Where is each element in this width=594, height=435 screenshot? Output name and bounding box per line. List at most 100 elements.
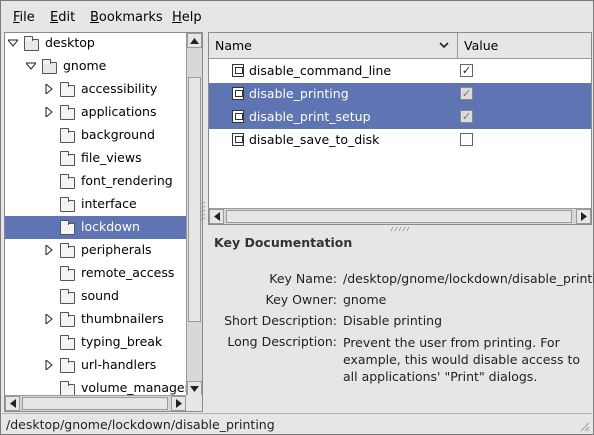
- expander-expanded-icon[interactable]: [26, 61, 36, 71]
- arrow-left-icon: [9, 399, 16, 408]
- expander-collapsed-icon[interactable]: [44, 360, 54, 370]
- key-row-disable-command-line[interactable]: disable_command_line ✓: [209, 60, 591, 83]
- tree-item-peripherals[interactable]: peripherals: [5, 239, 186, 262]
- grip-icon: [200, 201, 206, 221]
- menu-help-mnemonic: H: [172, 10, 182, 25]
- key-value-checkbox[interactable]: ✓: [460, 110, 473, 123]
- key-row-disable-save-to-disk[interactable]: disable_save_to_disk: [209, 129, 591, 152]
- key-value-checkbox[interactable]: ✓: [460, 64, 473, 77]
- arrow-up-icon: [190, 37, 199, 44]
- vertical-pane-grip[interactable]: [200, 201, 206, 225]
- key-value-checkbox[interactable]: [460, 133, 473, 146]
- folder-icon: [60, 358, 75, 373]
- scroll-up-button[interactable]: [187, 33, 202, 48]
- tree-item-label: typing_break: [81, 334, 163, 349]
- arrow-right-icon: [175, 399, 182, 408]
- column-header-value-label: Value: [464, 38, 499, 53]
- tree-item-label: background: [81, 127, 155, 142]
- key-value-checkbox[interactable]: ✓: [460, 87, 473, 100]
- directory-tree[interactable]: desktop gnome accessibility applications bac…: [4, 32, 203, 412]
- menu-file[interactable]: File: [13, 10, 35, 25]
- menu-file-label: ile: [19, 10, 35, 25]
- tree-item-label: desktop: [45, 35, 95, 50]
- resize-grip-icon[interactable]: [578, 420, 590, 432]
- scroll-down-button[interactable]: [187, 381, 202, 396]
- tree-item-remote-access[interactable]: remote_access: [5, 262, 186, 285]
- key-name-label: disable_printing: [249, 86, 349, 101]
- tree-item-label: volume_manager: [81, 380, 190, 395]
- tree-item-desktop[interactable]: desktop: [5, 33, 186, 55]
- folder-icon: [60, 220, 75, 235]
- key-row-disable-printing[interactable]: disable_printing ✓: [209, 83, 591, 106]
- key-row-disable-print-setup[interactable]: disable_print_setup ✓: [209, 106, 591, 129]
- key-boolean-icon: [232, 64, 244, 77]
- scroll-right-button[interactable]: [171, 396, 186, 411]
- key-name-label: Key Name:: [269, 271, 337, 286]
- documentation-heading: Key Documentation: [214, 235, 353, 250]
- tree-item-label: file_views: [81, 150, 142, 165]
- tree-item-background[interactable]: background: [5, 124, 186, 147]
- grip-icon: [390, 226, 410, 232]
- folder-icon: [60, 312, 75, 327]
- expander-collapsed-icon[interactable]: [44, 107, 54, 117]
- tree-item-label: remote_access: [81, 265, 175, 280]
- menu-bookmarks-mnemonic: B: [90, 10, 99, 25]
- folder-open-icon: [24, 36, 39, 51]
- tree-item-typing-break[interactable]: typing_break: [5, 331, 186, 354]
- tree-item-label: peripherals: [81, 242, 152, 257]
- tree-item-label: lockdown: [81, 219, 140, 234]
- long-description-value: Prevent the user from printing. For exam…: [343, 335, 580, 384]
- horizontal-pane-grip[interactable]: [389, 225, 413, 235]
- tree-item-interface[interactable]: interface: [5, 193, 186, 216]
- menu-edit-mnemonic: E: [50, 10, 59, 25]
- expander-collapsed-icon[interactable]: [44, 314, 54, 324]
- tree-item-gnome[interactable]: gnome: [5, 55, 186, 78]
- tree-horizontal-scrollbar[interactable]: [5, 395, 186, 411]
- scroll-left-button[interactable]: [209, 209, 224, 224]
- arrow-left-icon: [213, 212, 220, 221]
- expander-collapsed-icon[interactable]: [44, 245, 54, 255]
- column-header-value[interactable]: Value: [458, 33, 591, 59]
- keys-horizontal-scroll-thumb[interactable]: [226, 210, 572, 223]
- folder-icon: [60, 151, 75, 166]
- menu-help[interactable]: Help: [172, 10, 202, 25]
- tree-item-lockdown[interactable]: lockdown: [5, 216, 186, 239]
- key-boolean-icon: [232, 110, 244, 123]
- folder-icon: [60, 82, 75, 97]
- folder-open-icon: [42, 59, 57, 74]
- tree-item-file-views[interactable]: file_views: [5, 147, 186, 170]
- tree-item-accessibility[interactable]: accessibility: [5, 78, 186, 101]
- keys-table[interactable]: Name Value disable_command_line ✓ disable_…: [208, 32, 592, 225]
- tree-item-label: accessibility: [81, 81, 158, 96]
- scroll-right-button[interactable]: [576, 209, 591, 224]
- scroll-corner: [186, 395, 202, 411]
- folder-icon: [60, 243, 75, 258]
- tree-vertical-scroll-thumb[interactable]: [188, 77, 201, 322]
- tree-item-label: interface: [81, 196, 137, 211]
- key-owner-value: gnome: [343, 292, 387, 307]
- tree-item-url-handlers[interactable]: url-handlers: [5, 354, 186, 377]
- tree-item-label: url-handlers: [81, 357, 157, 372]
- expander-expanded-icon[interactable]: [8, 38, 18, 48]
- short-description-label: Short Description:: [224, 313, 337, 328]
- folder-icon: [60, 289, 75, 304]
- column-header-name-label: Name: [215, 38, 252, 53]
- key-name-label: disable_command_line: [249, 63, 392, 78]
- menu-edit-label: dit: [58, 10, 76, 25]
- column-header-name[interactable]: Name: [209, 33, 458, 59]
- tree-item-sound[interactable]: sound: [5, 285, 186, 308]
- tree-horizontal-scroll-thumb[interactable]: [22, 397, 168, 410]
- tree-item-thumbnailers[interactable]: thumbnailers: [5, 308, 186, 331]
- folder-icon: [60, 174, 75, 189]
- keys-horizontal-scrollbar[interactable]: [209, 208, 591, 224]
- tree-item-label: font_rendering: [81, 173, 173, 188]
- menu-help-label: elp: [181, 10, 202, 25]
- menu-bookmarks[interactable]: Bookmarks: [90, 10, 163, 25]
- menu-bar: File Edit Bookmarks Help: [2, 2, 592, 32]
- folder-icon: [60, 335, 75, 350]
- tree-item-applications[interactable]: applications: [5, 101, 186, 124]
- menu-edit[interactable]: Edit: [50, 10, 75, 25]
- tree-item-font-rendering[interactable]: font_rendering: [5, 170, 186, 193]
- expander-collapsed-icon[interactable]: [44, 84, 54, 94]
- scroll-left-button[interactable]: [5, 396, 20, 411]
